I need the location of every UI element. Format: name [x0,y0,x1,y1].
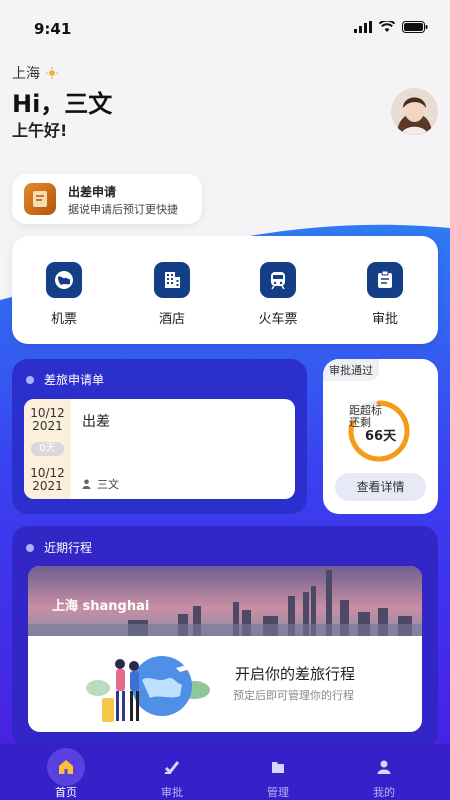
subgreeting: 上午好! [12,121,68,140]
start-year: 2021 [32,419,63,433]
tab-manage[interactable]: 管理 [248,752,308,800]
services-card: 机票 酒店 火车票 审批 [12,236,438,344]
home-icon [51,752,81,782]
trip-request-title: 差旅申请单 [44,373,105,387]
signal-icon [354,21,372,33]
bottom-tab-bar: 首页 审批 管理 我的 [0,744,450,800]
tab-approval[interactable]: 审批 [142,752,202,800]
tab-home[interactable]: 首页 [36,752,96,800]
tab-label: 首页 [55,786,77,799]
battery-icon [402,21,428,33]
recent-trip-panel[interactable]: 上海 shanghai 开启你的差旅行程 预定后即可管理你的行程 [28,566,422,732]
trip-purpose: 出差 [82,414,110,430]
wifi-icon [379,21,395,32]
train-icon [260,262,296,298]
service-label: 审批 [371,312,398,327]
greeting: Hi，三文 [12,90,113,118]
location[interactable]: 上海 [12,63,58,83]
service-flight[interactable]: 机票 [34,262,94,327]
apply-subtitle: 据说申请后预订更快捷 [68,203,178,216]
tab-label: 我的 [373,786,395,799]
apply-title: 出差申请 [68,185,117,199]
trip-request-item[interactable]: 10/12 2021 0天 10/12 2021 出差 三文 [24,399,295,499]
avatar-image [391,88,438,135]
service-label: 火车票 [258,312,298,327]
service-label: 酒店 [158,312,185,327]
approval-status-tag: 审批通过 [323,359,379,381]
status-bar: 9:41 [0,0,450,56]
trip-request-card[interactable]: 差旅申请单 10/12 2021 0天 10/12 2021 出差 三文 [12,359,307,514]
location-label: 上海 [12,66,40,82]
trip-apply-card[interactable]: 出差申请 据说申请后预订更快捷 [12,174,202,224]
trip-person: 三文 [82,476,119,492]
travel-illustration [86,656,210,722]
recent-trips-card: 近期行程 上海 shanghai 开启你的差旅行程 预定后即可管理你的行程 [12,526,438,748]
service-train[interactable]: 火车票 [248,262,308,327]
service-label: 机票 [50,312,77,327]
trip-request-header: 差旅申请单 [26,371,104,388]
service-approval[interactable]: 审批 [355,262,415,327]
end-year: 2021 [32,479,63,493]
recent-trips-header: 近期行程 [26,539,92,556]
approval-card: 审批通过 距超标 还剩 66天 查看详情 [323,359,438,514]
approve-check-icon [157,752,187,782]
tab-profile[interactable]: 我的 [354,752,414,800]
budget-days: 66天 [365,429,397,444]
folder-icon [263,752,293,782]
status-icons [354,21,428,33]
sun-icon [46,67,58,79]
trip-person-name: 三文 [97,478,119,491]
trip-dates: 10/12 2021 0天 10/12 2021 [24,399,71,499]
start-trip-subtitle: 预定后即可管理你的行程 [233,689,354,702]
tab-label: 审批 [161,786,183,799]
avatar[interactable] [391,88,438,135]
tab-label: 管理 [267,786,289,799]
globe-icon [46,262,82,298]
view-details-button[interactable]: 查看详情 [335,473,426,501]
document-icon [24,183,56,215]
user-icon [369,752,399,782]
header-dot [26,543,34,552]
person-icon [82,479,91,489]
hotel-building-icon [154,262,190,298]
header-dot [26,375,34,384]
status-time: 9:41 [34,20,72,38]
service-hotel[interactable]: 酒店 [142,262,202,327]
start-trip-title: 开启你的差旅行程 [235,665,356,683]
trip-days: 0天 [31,442,64,456]
city-label: 上海 shanghai [52,599,150,614]
recent-trips-title: 近期行程 [44,541,93,555]
clipboard-icon [367,262,403,298]
